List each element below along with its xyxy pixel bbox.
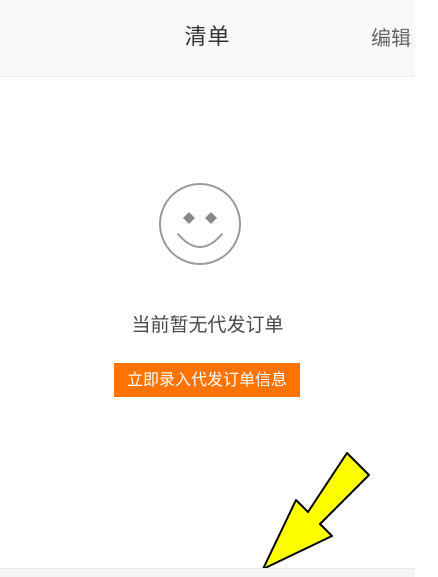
top-nav-bar: 清单 编辑 [0,0,415,77]
yellow-arrow-icon [262,452,370,570]
smiley-face-icon [159,183,241,265]
empty-state-message: 当前暂无代发订单 [131,314,284,336]
bottom-tab-bar [0,568,415,577]
edit-button[interactable]: 编辑 [371,0,411,76]
right-edge-strip [415,0,438,577]
page-title: 清单 [184,25,231,50]
add-dropship-order-button[interactable]: 立即录入代发订单信息 [114,363,300,397]
